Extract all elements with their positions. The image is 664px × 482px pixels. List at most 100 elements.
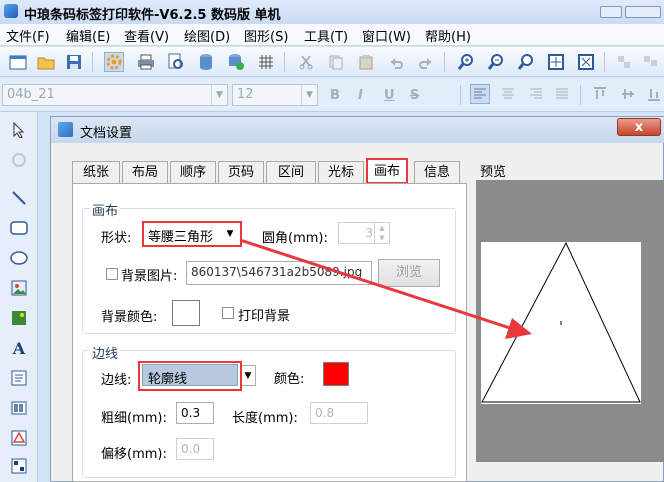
tab-range[interactable]: 区间 (266, 161, 316, 183)
open-folder-icon[interactable] (36, 52, 56, 72)
minimize-button[interactable] (600, 6, 622, 18)
chevron-down-icon[interactable]: ▼ (211, 85, 227, 105)
italic-button[interactable]: I (358, 88, 363, 103)
tab-page-number[interactable]: 页码 (218, 161, 264, 183)
menu-window[interactable]: 窗口(W) (362, 26, 411, 45)
menu-tools[interactable]: 工具(T) (304, 26, 348, 45)
font-name-value: 04b_21 (7, 87, 55, 102)
align-bottom-icon[interactable] (644, 84, 664, 104)
border-color-swatch[interactable] (323, 362, 349, 386)
qrcode-tool-icon[interactable] (9, 456, 29, 476)
new-window-icon[interactable] (8, 52, 28, 72)
bg-color-swatch[interactable] (172, 300, 200, 326)
zoom-in-icon[interactable] (456, 52, 476, 72)
dialog-title: 文档设置 (80, 126, 133, 141)
chevron-down-icon[interactable]: ▼ (301, 85, 317, 105)
thickness-input[interactable]: 0.3 (176, 402, 214, 424)
picture-tool-icon[interactable] (9, 308, 29, 328)
bg-image-checkbox[interactable] (106, 268, 118, 280)
border-line-highlight (138, 361, 242, 391)
database-refresh-icon[interactable] (226, 52, 246, 72)
dialog-close-button[interactable]: x (617, 118, 661, 136)
cut-icon[interactable] (296, 52, 316, 72)
ellipse-tool-icon[interactable] (9, 248, 29, 268)
align-top-icon[interactable] (590, 84, 610, 104)
menu-draw[interactable]: 绘图(D) (184, 26, 230, 45)
triangle-preview (481, 242, 641, 403)
align-justify-icon[interactable] (552, 84, 572, 104)
redo-icon[interactable] (416, 52, 436, 72)
fit-page-icon[interactable] (546, 52, 566, 72)
group-icon[interactable] (640, 52, 660, 72)
font-name-combo[interactable]: 04b_21 (2, 84, 228, 106)
dialog-icon (58, 122, 73, 137)
printer-icon[interactable] (136, 52, 156, 72)
menu-help[interactable]: 帮助(H) (425, 26, 471, 45)
database-icon[interactable] (196, 52, 216, 72)
preview-label: 预览 (480, 165, 507, 180)
strikethrough-button[interactable]: S (410, 88, 419, 103)
undo-icon[interactable] (386, 52, 406, 72)
rich-text-tool-icon[interactable] (9, 368, 29, 388)
rectangle-tool-icon[interactable] (9, 218, 29, 238)
offset-input[interactable]: 0.0 (176, 438, 214, 460)
tab-info[interactable]: 信息 (414, 161, 460, 183)
actual-size-icon[interactable] (576, 52, 596, 72)
zoom-out-icon[interactable] (486, 52, 506, 72)
shape-select[interactable]: 等腰三角形 ▼ (142, 221, 242, 247)
align-middle-icon[interactable] (618, 84, 638, 104)
align-center-icon[interactable] (498, 84, 518, 104)
image-tool-icon[interactable] (9, 278, 29, 298)
shape-label: 形状: (101, 231, 132, 246)
print-bg-label: 打印背景 (238, 309, 291, 324)
rotate-icon[interactable] (9, 150, 29, 170)
app-logo-icon (4, 4, 18, 18)
length-label: 长度(mm): (232, 411, 298, 426)
tab-paper[interactable]: 纸张 (72, 161, 120, 183)
corner-radius-label: 圆角(mm): (262, 231, 328, 246)
shape-value: 等腰三角形 (148, 230, 214, 245)
border-group-label: 边线 (90, 343, 121, 362)
pointer-icon[interactable] (9, 120, 29, 140)
menu-edit[interactable]: 编辑(E) (66, 26, 110, 45)
align-icon[interactable] (614, 52, 634, 72)
chevron-down-icon[interactable]: ▼ (222, 223, 238, 245)
paste-icon[interactable] (356, 52, 376, 72)
menu-file[interactable]: 文件(F) (6, 26, 50, 45)
chevron-down-icon[interactable]: ▼ (240, 365, 256, 386)
line-tool-icon[interactable] (9, 188, 29, 208)
corner-spinner[interactable]: ▲ ▼ (374, 223, 389, 243)
settings-gear-icon[interactable] (104, 52, 124, 72)
tab-order[interactable]: 顺序 (170, 161, 216, 183)
border-color-label: 颜色: (274, 372, 305, 387)
canvas-group-label: 画布 (90, 200, 121, 219)
menu-view[interactable]: 查看(V) (124, 26, 169, 45)
barcode-tool-icon[interactable] (9, 398, 29, 418)
text-tool-icon[interactable]: A (9, 338, 29, 358)
underline-button[interactable]: U (384, 88, 395, 103)
offset-label: 偏移(mm): (101, 447, 167, 462)
browse-button[interactable]: 浏览 (378, 259, 440, 287)
zoom-icon[interactable] (516, 52, 536, 72)
bg-image-path[interactable]: 860137\546731a2b5089.jpg (186, 261, 372, 285)
window-title: 中琅条码标签打印软件-V6.2.5 数码版 单机 (24, 8, 281, 23)
bg-color-label: 背景颜色: (101, 310, 158, 325)
tab-canvas[interactable]: 画布 (366, 158, 408, 184)
bold-button[interactable]: B (330, 88, 340, 103)
shape-tool-icon[interactable] (9, 428, 29, 448)
tab-cursor[interactable]: 光标 (318, 161, 364, 183)
print-bg-checkbox[interactable] (222, 307, 234, 319)
thickness-label: 粗细(mm): (101, 411, 167, 426)
grid-icon[interactable] (256, 52, 276, 72)
tab-layout[interactable]: 布局 (122, 161, 168, 183)
align-left-icon[interactable] (470, 84, 490, 104)
copy-icon[interactable] (326, 52, 346, 72)
window-close-button[interactable] (625, 6, 661, 18)
align-right-icon[interactable] (526, 84, 546, 104)
menu-shape[interactable]: 图形(S) (244, 26, 288, 45)
font-size-value: 12 (237, 87, 254, 102)
print-preview-icon[interactable] (166, 52, 186, 72)
length-input[interactable]: 0.8 (310, 402, 368, 424)
dialog-title-bar (51, 117, 664, 143)
save-icon[interactable] (64, 52, 84, 72)
